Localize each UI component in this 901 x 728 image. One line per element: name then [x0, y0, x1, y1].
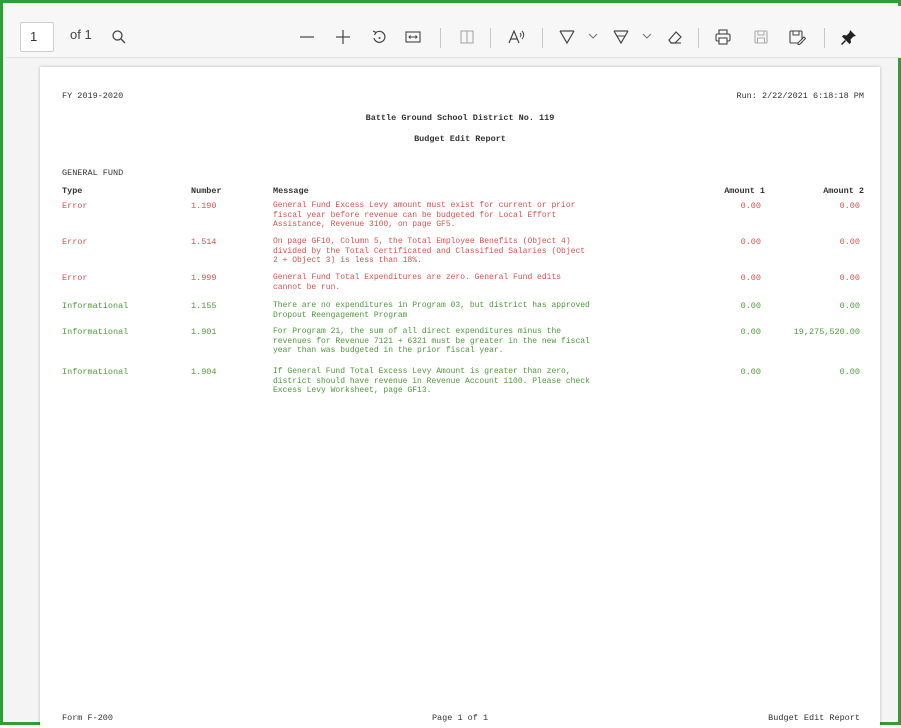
row-type: Error [62, 201, 88, 211]
page-view-icon[interactable] [452, 22, 482, 52]
report-title: Budget Edit Report [414, 134, 506, 144]
row-message-line: fiscal year before revenue can be budget… [273, 210, 557, 220]
row-amount-1: 0.00 [740, 201, 761, 211]
highlight-icon[interactable] [606, 22, 636, 52]
row-amount-1: 0.00 [740, 273, 761, 283]
toolbar-divider [542, 28, 543, 48]
draw-icon[interactable] [552, 22, 582, 52]
row-message-line: Assistance, Revenue 3100, on page GF5. [273, 220, 456, 230]
save-icon[interactable] [746, 22, 776, 52]
row-number: 1.901 [191, 327, 217, 337]
row-message-line: There are no expenditures in Program 03,… [273, 301, 590, 310]
read-aloud-icon[interactable] [502, 22, 532, 52]
row-number: 1.190 [191, 201, 217, 211]
column-header-number: Number [191, 186, 222, 196]
search-icon[interactable] [104, 22, 134, 52]
row-amount-1: 0.00 [740, 301, 761, 311]
row-number: 1.999 [191, 273, 217, 283]
row-message-line: year than was budgeted in the prior fisc… [273, 346, 504, 356]
footer-page-number: Page 1 of 1 [431, 713, 489, 723]
row-amount-2: 19,275,520.00 [793, 327, 860, 337]
toolbar-divider [440, 28, 441, 48]
row-amount-2: 0.00 [839, 237, 860, 247]
toolbar-divider [490, 28, 491, 48]
row-message-line: If General Fund Total Excess Levy Amount… [273, 367, 571, 376]
column-header-amount-2: Amount 2 [823, 186, 864, 196]
row-type: Error [62, 273, 88, 283]
fiscal-year: FY 2019-2020 [62, 91, 124, 101]
page-number-input[interactable]: 1 [20, 22, 54, 52]
row-amount-2: 0.00 [839, 301, 860, 311]
save-as-icon[interactable] [782, 22, 812, 52]
row-message-line: For Program 21, the sum of all direct ex… [273, 327, 562, 336]
row-message-line: 2 + Object 3) is less than 18%. [273, 256, 422, 266]
zoom-in-icon[interactable] [328, 22, 358, 52]
rotate-icon[interactable] [364, 22, 394, 52]
row-type: Informational [62, 301, 129, 311]
row-amount-1: 0.00 [740, 367, 761, 377]
toolbar-divider [824, 28, 825, 48]
row-type: Informational [62, 327, 129, 337]
column-header-amount-1: Amount 1 [724, 186, 765, 196]
row-type: Informational [62, 367, 129, 377]
page-count-label: of 1 [70, 27, 92, 42]
fit-width-icon[interactable] [398, 22, 428, 52]
row-message-line: Excess Levy Worksheet, page GF13. [273, 386, 432, 396]
document-page: FY 2019-2020 Run: 2/22/2021 6:18:18 PM B… [40, 67, 880, 728]
pdf-viewer-window: 1 of 1 FY 2019-2020 Run: 2/22/2021 6:18:… [0, 0, 901, 728]
print-icon[interactable] [708, 22, 738, 52]
erase-icon[interactable] [660, 22, 690, 52]
pin-icon[interactable] [834, 22, 864, 52]
row-type: Error [62, 237, 88, 247]
row-message-line: On page GF10, Column 5, the Total Employ… [273, 237, 571, 246]
run-date: Run: 2/22/2021 6:18:18 PM [736, 91, 864, 101]
footer-report-name: Budget Edit Report [768, 713, 860, 723]
row-message-line: General Fund Excess Levy amount must exi… [273, 201, 576, 210]
row-number: 1.155 [191, 301, 217, 311]
pdf-toolbar: 1 of 1 [6, 6, 901, 58]
row-amount-2: 0.00 [839, 201, 860, 211]
row-amount-1: 0.00 [740, 237, 761, 247]
row-amount-1: 0.00 [740, 327, 761, 337]
row-message-line: cannot be run. [273, 282, 341, 292]
row-amount-2: 0.00 [839, 273, 860, 283]
row-number: 1.514 [191, 237, 217, 247]
row-number: 1.904 [191, 367, 217, 377]
chevron-down-icon[interactable] [586, 26, 600, 46]
zoom-out-icon[interactable] [292, 22, 322, 52]
row-message-line: Dropout Reengagement Program [273, 310, 408, 320]
row-message-line: divided by the Total Certificated and Cl… [273, 246, 586, 256]
column-header-message: Message [273, 186, 309, 196]
row-message-line: General Fund Total Expenditures are zero… [273, 273, 562, 282]
row-amount-2: 0.00 [839, 367, 860, 377]
chevron-down-icon[interactable] [640, 26, 654, 46]
fund-section-label: GENERAL FUND [62, 168, 124, 178]
row-message-line: district should have revenue in Revenue … [273, 376, 590, 386]
row-message-line: revenues for Revenue 7121 + 6321 must be… [273, 336, 590, 346]
toolbar-divider [698, 28, 699, 48]
column-header-type: Type [62, 186, 83, 196]
district-name: Battle Ground School District No. 119 [365, 113, 555, 123]
